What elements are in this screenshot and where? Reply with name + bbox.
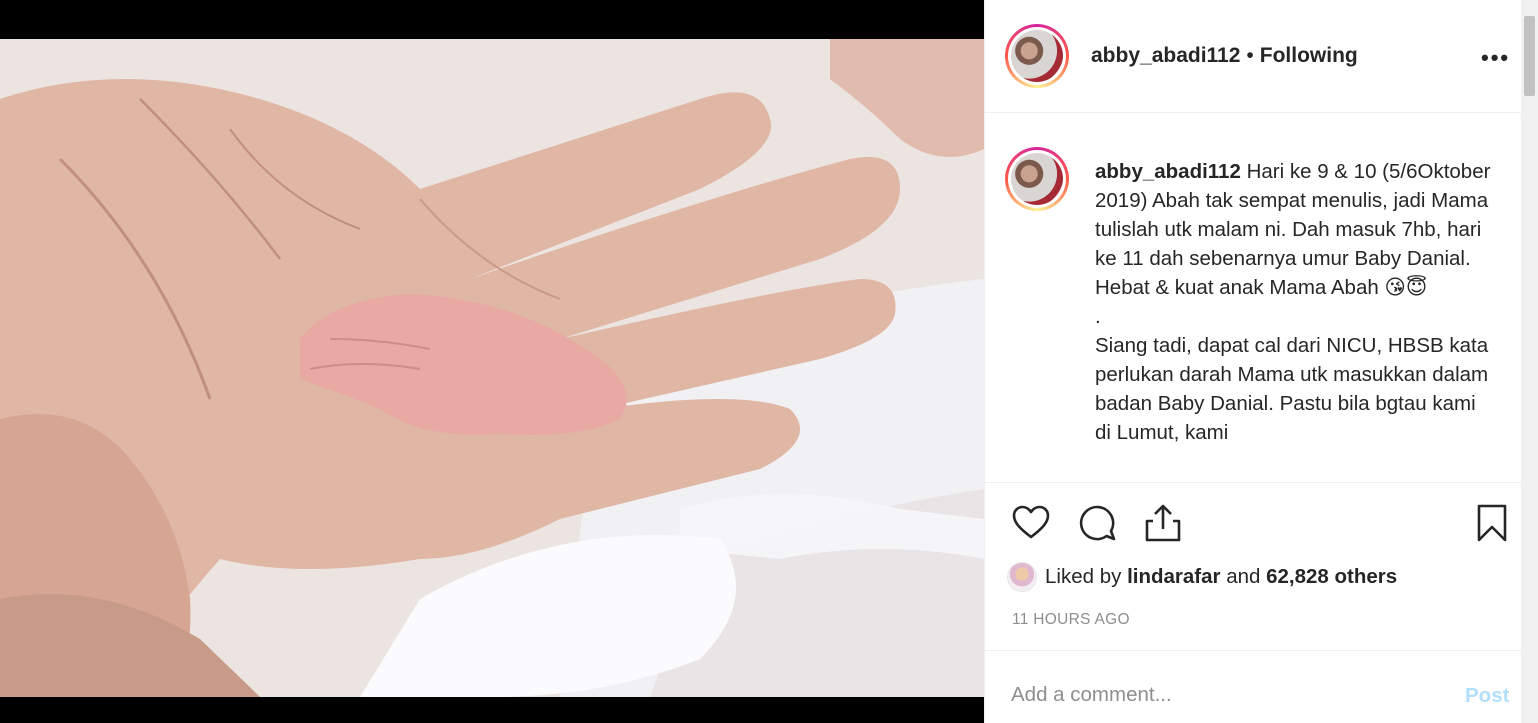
post-comment-button[interactable]: Post xyxy=(1465,684,1509,708)
caption-username-link[interactable]: abby_abadi112 xyxy=(1095,160,1241,183)
author-avatar[interactable] xyxy=(1005,24,1069,88)
likes-count-link[interactable]: 62,828 others xyxy=(1266,565,1397,589)
caption-paragraph-3: Siang tadi, dapat cal dari NICU, HBSB ka… xyxy=(1095,334,1489,444)
separator-dot: • xyxy=(1246,44,1254,67)
liker-avatar[interactable] xyxy=(1007,562,1037,592)
caption-area: abby_abadi112 Hari ke 9 & 10 (5/6Oktober… xyxy=(985,114,1522,482)
likes-conjunction: and xyxy=(1226,565,1261,588)
caption-text: abby_abadi112 Hari ke 9 & 10 (5/6Oktober… xyxy=(1095,157,1495,447)
comment-icon[interactable] xyxy=(1078,503,1118,543)
caption-paragraph-2: . xyxy=(1095,305,1101,328)
scrollbar-thumb[interactable] xyxy=(1524,16,1535,96)
side-panel: abby_abadi112 • Following ••• abby_abadi11… xyxy=(984,0,1538,723)
post-timestamp[interactable]: 11 HOURS AGO xyxy=(1012,611,1130,629)
comment-bar: Post xyxy=(985,650,1522,723)
photo-illustration xyxy=(0,39,984,697)
likes-summary: Liked by lindarafar and 62,828 others xyxy=(1007,561,1397,593)
action-bar: Liked by lindarafar and 62,828 others 11… xyxy=(985,482,1522,650)
liker-username-link[interactable]: lindarafar xyxy=(1127,565,1220,589)
media-area xyxy=(0,0,984,723)
header-title: abby_abadi112 • Following xyxy=(1091,44,1358,68)
bookmark-icon[interactable] xyxy=(1472,503,1512,543)
author-username-link[interactable]: abby_abadi112 xyxy=(1091,44,1240,67)
post-header: abby_abadi112 • Following ••• xyxy=(985,0,1522,113)
post-viewer: abby_abadi112 • Following ••• abby_abadi11… xyxy=(0,0,1538,723)
post-photo[interactable] xyxy=(0,39,984,697)
more-options-icon[interactable]: ••• xyxy=(1481,45,1510,71)
comment-input[interactable] xyxy=(1011,683,1431,707)
caption-emoji: 😘😇 xyxy=(1384,275,1428,299)
scrollbar-track[interactable] xyxy=(1521,0,1538,723)
likes-prefix: Liked by xyxy=(1045,565,1122,588)
caption-author-avatar[interactable] xyxy=(1005,147,1069,211)
share-icon[interactable] xyxy=(1143,503,1183,543)
following-button[interactable]: Following xyxy=(1260,44,1358,67)
heart-icon[interactable] xyxy=(1011,503,1051,543)
